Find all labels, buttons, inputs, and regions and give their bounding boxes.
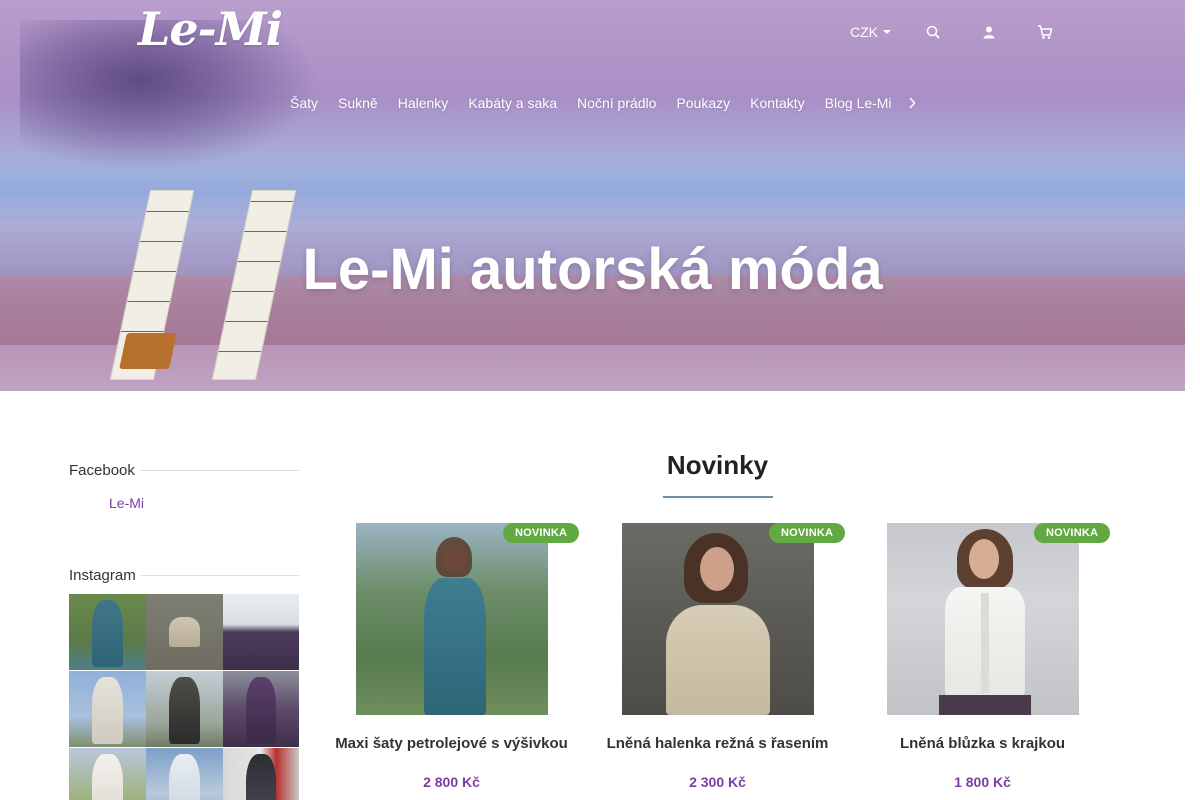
chevron-right-icon[interactable] — [908, 96, 920, 110]
user-icon[interactable] — [979, 22, 999, 42]
facebook-heading: Facebook — [69, 460, 299, 480]
instagram-photo[interactable] — [69, 594, 146, 670]
nav-item-blog[interactable]: Blog Le-Mi — [825, 95, 892, 111]
product-name[interactable]: Maxi šaty petrolejové s výšivkou — [324, 735, 579, 752]
divider — [139, 469, 299, 471]
facebook-link[interactable]: Le-Mi — [109, 495, 144, 511]
instagram-photo[interactable] — [69, 748, 146, 800]
search-icon[interactable] — [923, 22, 943, 42]
new-badge: NOVINKA — [503, 523, 580, 543]
product-price: 2 300 Kč — [689, 774, 746, 790]
sidebar: Facebook Le-Mi Instagram — [69, 460, 299, 800]
section-underline — [663, 496, 773, 498]
product-name[interactable]: Lněná blůzka s krajkou — [855, 735, 1110, 752]
nav-item-poukazy[interactable]: Poukazy — [676, 95, 730, 111]
caret-down-icon — [883, 30, 891, 34]
instagram-photo[interactable] — [69, 671, 146, 747]
product-image[interactable] — [356, 523, 548, 715]
currency-selector[interactable]: CZK — [850, 24, 891, 40]
cart-icon[interactable] — [1035, 22, 1055, 42]
instagram-photo[interactable] — [223, 748, 299, 800]
instagram-photo[interactable] — [223, 671, 299, 747]
nav-item-kontakty[interactable]: Kontakty — [750, 95, 804, 111]
new-badge: NOVINKA — [769, 523, 846, 543]
facebook-heading-label: Facebook — [69, 461, 135, 479]
nav-item-halenky[interactable]: Halenky — [398, 95, 449, 111]
instagram-photo[interactable] — [146, 594, 223, 670]
nav-item-nocni-pradlo[interactable]: Noční prádlo — [577, 95, 656, 111]
logo[interactable]: Le-Mi — [138, 2, 288, 64]
nav-item-saty[interactable]: Šaty — [290, 95, 318, 111]
instagram-heading-label: Instagram — [69, 566, 136, 584]
instagram-heading: Instagram — [69, 565, 299, 585]
product-price: 2 800 Kč — [423, 774, 480, 790]
product-price: 1 800 Kč — [954, 774, 1011, 790]
product-image[interactable] — [622, 523, 814, 715]
main-nav: Šaty Sukně Halenky Kabáty a saka Noční p… — [290, 94, 920, 112]
section-title: Novinky — [666, 450, 769, 480]
instagram-photo[interactable] — [223, 594, 299, 670]
currency-label: CZK — [850, 24, 878, 40]
instagram-photo[interactable] — [146, 748, 223, 800]
instagram-photo[interactable] — [146, 671, 223, 747]
product-name[interactable]: Lněná halenka režná s řasením — [590, 735, 845, 752]
divider — [140, 574, 299, 576]
nav-item-kabaty-a-saka[interactable]: Kabáty a saka — [468, 95, 557, 111]
new-badge: NOVINKA — [1034, 523, 1111, 543]
instagram-grid — [69, 594, 299, 800]
nav-item-sukne[interactable]: Sukně — [338, 95, 378, 111]
hero-title: Le-Mi autorská móda — [302, 237, 883, 302]
product-image[interactable] — [887, 523, 1079, 715]
